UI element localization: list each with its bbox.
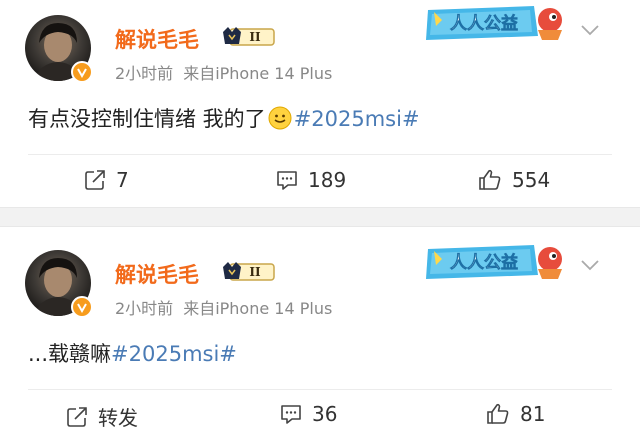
username[interactable]: 解说毛毛 [115, 259, 199, 289]
post-meta: 2小时前 来自iPhone 14 Plus [115, 295, 332, 319]
charity-badge[interactable]: 人人公益 [422, 239, 574, 283]
comment-button[interactable]: 189 [276, 168, 346, 192]
hashtag-link[interactable]: #2025msi# [111, 342, 237, 366]
comment-button[interactable]: 36 [280, 402, 337, 426]
charity-badge[interactable]: 人人公益 [422, 0, 574, 44]
like-button[interactable]: 554 [478, 168, 550, 192]
like-count: 81 [520, 402, 546, 426]
avatar[interactable] [25, 15, 93, 83]
chevron-down-icon[interactable] [580, 22, 600, 36]
thumbs-up-icon [479, 169, 501, 190]
like-count: 554 [512, 168, 551, 192]
post-source: 来自iPhone 14 Plus [183, 64, 333, 83]
level-badge: II [222, 24, 276, 48]
post-meta: 2小时前 来自iPhone 14 Plus [115, 60, 332, 84]
verified-icon [71, 61, 93, 83]
post-content: 有点没控制住情绪 我的了 #2025msi# [28, 103, 420, 135]
post-card: 解说毛毛 II 2小时前 来自iPhone 14 Plus 人人公益 有点没控制住… [0, 0, 640, 207]
post-time: 2小时前 [115, 299, 174, 318]
comment-count: 189 [308, 168, 347, 192]
level-badge-text: II [249, 265, 261, 279]
post-text: 有点没控制住情绪 我的了 [28, 107, 266, 131]
repost-icon [67, 406, 87, 427]
comment-icon [277, 171, 297, 190]
post-time: 2小时前 [115, 64, 174, 83]
post-content: ...载赣嘛#2025msi# [28, 338, 237, 368]
post-separator [0, 207, 640, 227]
hashtag-link[interactable]: #2025msi# [294, 107, 420, 131]
repost-icon [85, 170, 105, 190]
repost-label: 转发 [98, 406, 138, 430]
thumbs-up-icon [487, 403, 509, 424]
charity-label: 人人公益 [450, 13, 518, 34]
chevron-down-icon[interactable] [580, 257, 600, 271]
comment-icon [281, 405, 301, 424]
username[interactable]: 解说毛毛 [115, 24, 199, 54]
level-badge: II [222, 259, 276, 283]
divider [28, 154, 612, 155]
action-bar: 7 189 554 [0, 168, 640, 196]
smile-emoji-icon [268, 106, 292, 135]
level-badge-text: II [249, 30, 261, 44]
post-source: 来自iPhone 14 Plus [183, 299, 333, 318]
verified-icon [71, 296, 93, 318]
post-card: 解说毛毛 II 2小时前 来自iPhone 14 Plus 人人公益 ...载赣嘛… [0, 227, 640, 435]
post-text: ...载赣嘛 [28, 342, 112, 366]
like-button[interactable]: 81 [486, 402, 545, 426]
repost-count: 7 [116, 168, 129, 192]
avatar[interactable] [25, 250, 93, 318]
repost-button[interactable]: 转发 [66, 402, 138, 431]
action-bar: 转发 36 81 [0, 402, 640, 430]
charity-label: 人人公益 [450, 252, 518, 273]
repost-button[interactable]: 7 [84, 168, 129, 192]
comment-count: 36 [312, 402, 338, 426]
divider [28, 389, 612, 390]
